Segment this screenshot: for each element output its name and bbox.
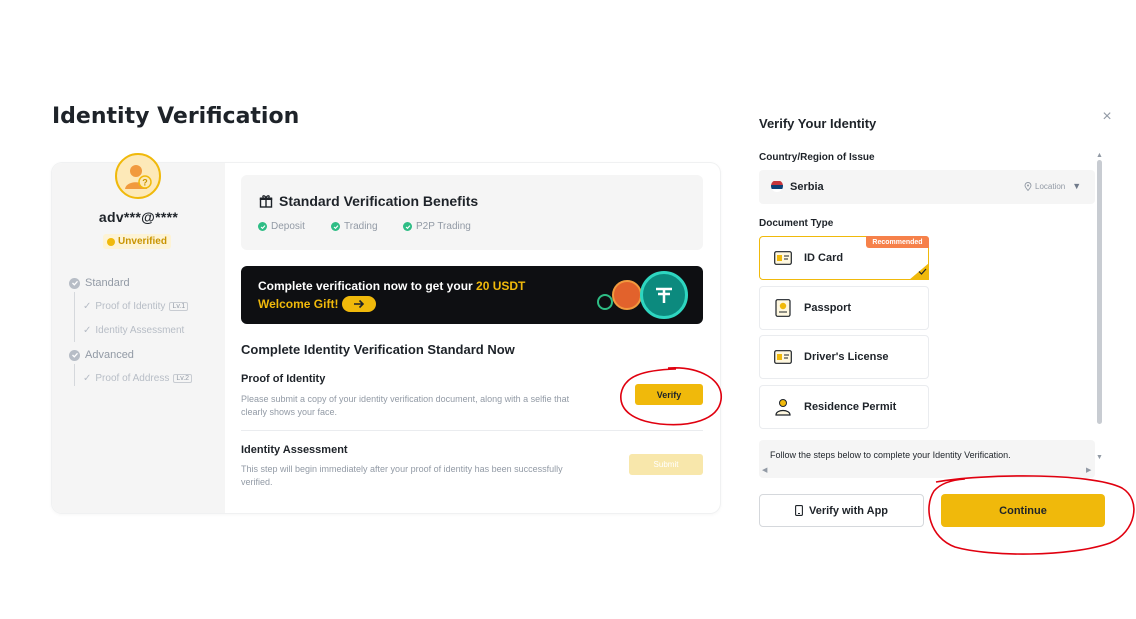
- benefits-panel: [241, 175, 703, 250]
- close-icon[interactable]: ×: [1100, 109, 1114, 125]
- banner-amount: 20 USDT: [476, 279, 526, 293]
- warning-icon: [107, 237, 116, 246]
- doc-option-drivers-license[interactable]: Driver's License: [759, 335, 929, 379]
- drivers-license-icon: [774, 348, 792, 366]
- phone-icon: [795, 505, 803, 516]
- step-title-proof-of-identity: Proof of Identity: [241, 373, 326, 385]
- check-icon: ✓: [83, 373, 92, 384]
- doc-label: ID Card: [804, 252, 844, 264]
- avatar: ?: [115, 153, 161, 199]
- location-indicator[interactable]: Location ▼: [1024, 181, 1081, 191]
- country-value: Serbia: [790, 181, 824, 193]
- banner-gift-text: Welcome Gift!: [258, 297, 339, 311]
- location-pin-icon: [1024, 181, 1032, 191]
- step-desc-identity-assessment: This step will begin immediately after y…: [241, 464, 563, 487]
- benefits-title: Standard Verification Benefits: [259, 193, 478, 209]
- check-icon: ✓: [83, 301, 92, 312]
- modal-scrollbar[interactable]: [1097, 160, 1102, 424]
- doc-option-residence-permit[interactable]: Residence Permit: [759, 385, 929, 429]
- country-label: Country/Region of Issue: [759, 152, 875, 163]
- level-item-label: Identity Assessment: [95, 325, 185, 336]
- level-label: Standard: [85, 277, 130, 289]
- doc-label: Passport: [804, 302, 852, 314]
- continue-button[interactable]: Continue: [941, 494, 1105, 527]
- verify-with-app-label: Verify with App: [808, 504, 889, 517]
- benefit-deposit: Deposit: [258, 221, 305, 232]
- page-title: Identity Verification: [52, 104, 300, 129]
- step-title-identity-assessment: Identity Assessment: [241, 444, 348, 456]
- usdt-coin-icon: [640, 271, 688, 319]
- scroll-right-arrow[interactable]: ▶: [1086, 466, 1091, 474]
- level-item-label: Proof of Address: [95, 373, 170, 384]
- location-label: Location: [1035, 181, 1066, 191]
- status-badge-label: Unverified: [118, 236, 167, 247]
- caret-down-icon: ▼: [1072, 181, 1082, 191]
- level-item-identity-assessment[interactable]: ✓ Identity Assessment: [83, 325, 184, 336]
- divider: [241, 430, 703, 431]
- tree-line: [74, 364, 75, 386]
- step-desc-proof-of-identity: Please submit a copy of your identity ve…: [241, 394, 570, 417]
- verify-button[interactable]: Verify: [635, 384, 703, 405]
- benefit-trading: Trading: [331, 221, 378, 232]
- residence-permit-icon: [774, 398, 792, 416]
- scroll-left-arrow[interactable]: ◀: [762, 466, 767, 474]
- section-title: Complete Identity Verification Standard …: [241, 342, 515, 357]
- benefits-title-text: Standard Verification Benefits: [279, 193, 479, 209]
- level-item-label: Proof of Identity: [95, 301, 166, 312]
- recommended-badge: Recommended: [866, 236, 929, 248]
- document-type-label: Document Type: [759, 218, 834, 229]
- banner-headline-prefix: Complete verification now to get your: [258, 279, 477, 293]
- banner-subline: Welcome Gift!: [258, 296, 377, 312]
- serbia-flag-icon: [771, 180, 783, 192]
- user-question-icon: ?: [125, 165, 152, 189]
- submit-button[interactable]: Submit: [629, 454, 703, 475]
- check-circle-icon: [258, 222, 267, 231]
- level-item-proof-of-address[interactable]: ✓ Proof of Address Lv.2: [83, 373, 193, 384]
- check-icon: ✓: [83, 325, 92, 336]
- account-email: adv***@****: [98, 209, 179, 225]
- level-badge: Lv.1: [169, 302, 189, 311]
- level-item-proof-of-identity[interactable]: ✓ Proof of Identity Lv.1: [83, 301, 189, 312]
- doc-option-passport[interactable]: Passport: [759, 286, 929, 330]
- id-card-icon: [774, 249, 792, 267]
- doc-label: Residence Permit: [804, 401, 897, 413]
- doc-label: Driver's License: [804, 351, 889, 363]
- verify-with-app-button[interactable]: Verify with App: [759, 494, 924, 527]
- info-text: Follow the steps below to complete your …: [770, 450, 1011, 460]
- level-badge: Lv.2: [173, 374, 193, 383]
- passport-icon: [774, 299, 792, 317]
- modal-title: Verify Your Identity: [759, 116, 877, 131]
- scroll-down-arrow[interactable]: ▼: [1096, 454, 1103, 461]
- check-circle-icon: [331, 222, 340, 231]
- tree-line: [74, 292, 75, 342]
- check-ring-icon: [597, 294, 613, 310]
- check-circle-icon: [69, 277, 80, 289]
- svg-text:?: ?: [142, 178, 148, 188]
- benefit-p2p-trading: P2P Trading: [403, 221, 471, 232]
- banner-headline: Complete verification now to get your 20…: [258, 279, 525, 293]
- check-icon: [918, 268, 927, 275]
- coin-user-icon: [612, 280, 642, 310]
- benefit-label: P2P Trading: [416, 221, 471, 232]
- check-circle-icon: [403, 222, 412, 231]
- gift-icon: [259, 195, 273, 208]
- check-circle-icon: [69, 349, 80, 361]
- level-standard[interactable]: Standard: [69, 277, 130, 289]
- benefit-label: Trading: [344, 221, 378, 232]
- level-label: Advanced: [85, 349, 134, 361]
- level-advanced[interactable]: Advanced: [69, 349, 134, 361]
- scroll-up-arrow[interactable]: ▲: [1096, 152, 1103, 159]
- arrow-right-icon[interactable]: [342, 296, 377, 312]
- benefit-label: Deposit: [271, 221, 305, 232]
- status-badge: Unverified: [103, 234, 171, 249]
